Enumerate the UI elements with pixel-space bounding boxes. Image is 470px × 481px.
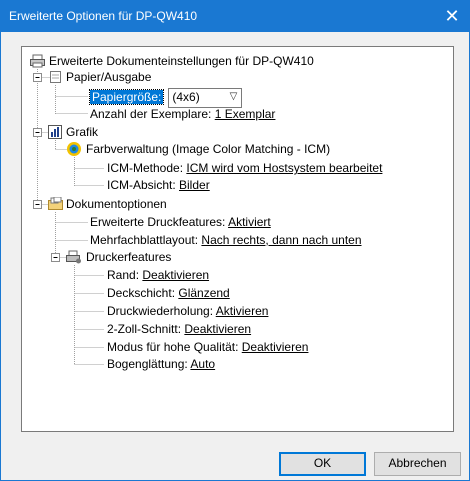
erweiterte-druckfeatures-value[interactable]: Aktiviert (228, 215, 271, 229)
printer-features-icon (66, 250, 81, 264)
icm-methode-value[interactable]: ICM wird vom Hostsystem bearbeitet (186, 161, 382, 175)
papiergroesse-dropdown[interactable]: (4x6) ▽ (168, 88, 243, 108)
deckschicht-value[interactable]: Glänzend (178, 286, 229, 300)
tree-item-icm-methode[interactable]: ICM-Methode: ICM wird vom Hostsystem bea… (107, 160, 382, 176)
rand-value[interactable]: Deaktivieren (142, 268, 209, 282)
erweiterte-druckfeatures-label: Erweiterte Druckfeatures: (90, 215, 229, 229)
tree-item-modus-hohe-qualitaet[interactable]: Modus für hohe Qualität: Deaktivieren (107, 339, 308, 355)
dialog-window: Erweiterte Optionen für DP-QW410 ✕ Erwei… (0, 0, 470, 481)
window-title: Erweiterte Optionen für DP-QW410 (9, 9, 198, 23)
tree-item-deckschicht[interactable]: Deckschicht: Glänzend (107, 285, 230, 301)
modus-hohe-qualitaet-label: Modus für hohe Qualität: (107, 340, 242, 354)
tree-item-erweiterte-druckfeatures[interactable]: Erweiterte Druckfeatures: Aktiviert (90, 214, 271, 230)
tree-item-bogenglaettung[interactable]: Bogenglättung: Auto (107, 356, 215, 372)
mehrfachblattlayout-value[interactable]: Nach rechts, dann nach unten (201, 233, 361, 247)
papiergroesse-label: Papiergröße: (88, 89, 165, 106)
printer-icon (30, 54, 45, 68)
grafik-label: Grafik (66, 125, 99, 139)
tree-item-papiergroesse[interactable]: Papiergröße: (4x6) ▽ (88, 88, 243, 108)
anzahl-label: Anzahl der Exemplare: (90, 107, 215, 121)
tree-item-2-zoll-schnitt[interactable]: 2-Zoll-Schnitt: Deaktivieren (107, 321, 251, 337)
ok-button[interactable]: OK (279, 452, 366, 476)
tree-item-icm-absicht[interactable]: ICM-Absicht: Bilder (107, 177, 210, 193)
paper-icon (50, 71, 61, 83)
papier-label: Papier/Ausgabe (66, 70, 152, 84)
chevron-down-icon: ▽ (229, 91, 238, 102)
farbverwaltung-label: Farbverwaltung (Image Color Matching - I… (86, 142, 331, 156)
cancel-button[interactable]: Abbrechen (374, 452, 461, 476)
tree-item-mehrfachblattlayout[interactable]: Mehrfachblattlayout: Nach rechts, dann n… (90, 232, 362, 248)
druckwiederholung-label: Druckwiederholung: (107, 304, 216, 318)
title-bar: Erweiterte Optionen für DP-QW410 ✕ (1, 1, 469, 32)
tree-item-druckwiederholung[interactable]: Druckwiederholung: Aktivieren (107, 303, 268, 319)
icm-absicht-value[interactable]: Bilder (179, 178, 210, 192)
bogenglaettung-label: Bogenglättung: (107, 357, 191, 371)
druckerfeatures-label: Druckerfeatures (86, 250, 172, 264)
tree-item-rand[interactable]: Rand: Deaktivieren (107, 267, 209, 283)
2-zoll-schnitt-value[interactable]: Deaktivieren (184, 322, 251, 336)
close-button[interactable]: ✕ (435, 1, 469, 32)
papiergroesse-value: (4x6) (172, 90, 200, 104)
anzahl-value[interactable]: 1 Exemplar (215, 107, 276, 121)
bogenglaettung-value[interactable]: Auto (190, 357, 215, 371)
options-tree: Erweiterte Dokumenteinstellungen für DP-… (21, 46, 454, 432)
tree-item-anzahl[interactable]: Anzahl der Exemplare: 1 Exemplar (90, 106, 275, 122)
chart-icon (48, 125, 62, 139)
icm-methode-label: ICM-Methode: (107, 161, 187, 175)
dokumentoptionen-label: Dokumentoptionen (66, 197, 167, 211)
2-zoll-schnitt-label: 2-Zoll-Schnitt: (107, 322, 185, 336)
rand-label: Rand: (107, 268, 143, 282)
document-options-icon (48, 197, 63, 210)
druckwiederholung-value[interactable]: Aktivieren (216, 304, 269, 318)
deckschicht-label: Deckschicht: (107, 286, 179, 300)
modus-hohe-qualitaet-value[interactable]: Deaktivieren (242, 340, 309, 354)
icm-absicht-label: ICM-Absicht: (107, 178, 180, 192)
tree-root-label: Erweiterte Dokumenteinstellungen für DP-… (49, 54, 314, 68)
color-wheel-icon (67, 142, 81, 156)
mehrfachblattlayout-label: Mehrfachblattlayout: (90, 233, 202, 247)
